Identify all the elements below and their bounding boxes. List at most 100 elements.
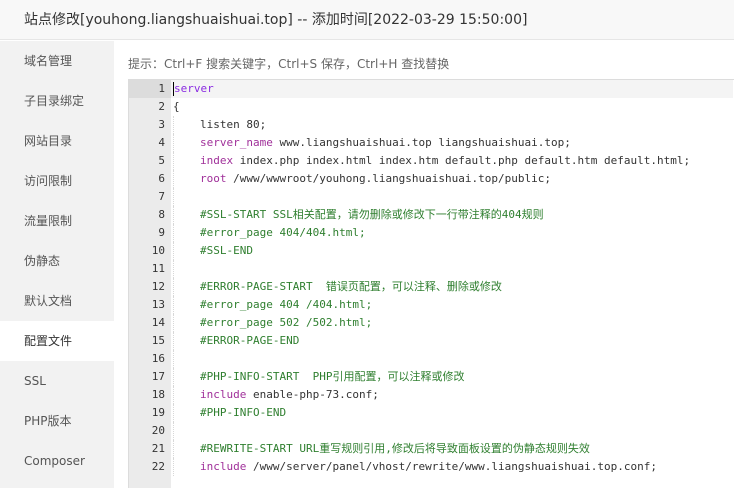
code-line[interactable]: 1 server [129,80,733,98]
code-text: #error_page 404 /404.html; [173,296,372,314]
code-line[interactable]: 15 #ERROR-PAGE-END [129,332,733,350]
directive-keyword: include [200,460,247,473]
line-number: 6 [158,172,165,185]
code-line[interactable]: 17 #PHP-INFO-START PHP引用配置，可以注释或修改 [129,368,733,386]
code-content: #REWRITE-START URL重写规则引用,修改后将导致面板设置的伪静态规… [200,442,590,455]
settings-sidebar: 域名管理 子目录绑定 网站目录 访问限制 流量限制 伪静态 默认文档 配置文件 … [0,41,114,488]
code-text: index index.php index.html index.htm def… [173,152,690,170]
line-number: 9 [158,226,165,239]
code-content: { [173,100,180,113]
sidebar-item-composer[interactable]: Composer [0,441,114,481]
code-content: #error_page 502 /502.html; [200,316,373,329]
indent-guide [173,296,200,314]
sidebar-item-default-document[interactable]: 默认文档 [0,281,114,321]
sidebar-item-subdir-binding[interactable]: 子目录绑定 [0,81,114,121]
indent-guide [173,188,200,206]
line-number: 5 [158,154,165,167]
sidebar-item-site-directory[interactable]: 网站目录 [0,121,114,161]
code-line[interactable]: 16 [129,350,733,368]
code-line[interactable]: 6 root /www/wwwroot/youhong.liangshuaishu… [129,170,733,188]
indent-guide [173,422,200,440]
directive-keyword: include [200,388,247,401]
line-number: 4 [158,136,165,149]
line-number: 14 [151,316,165,329]
code-lines[interactable]: 1 server 2{3 listen 80; 4 server_name www.lia… [129,80,733,476]
code-content: index.php index.html index.htm default.p… [233,154,691,167]
line-number: 8 [158,208,165,221]
code-content: server [174,82,214,95]
indent-guide [173,152,200,170]
code-content: #ERROR-PAGE-START 错误页配置，可以注释、删除或修改 [200,280,502,293]
indent-guide [173,458,200,476]
code-text: server [173,80,214,98]
code-line[interactable]: 21 #REWRITE-START URL重写规则引用,修改后将导致面板设置的伪静… [129,440,733,458]
code-line[interactable]: 20 [129,422,733,440]
code-line[interactable]: 14 #error_page 502 /502.html; [129,314,733,332]
code-line[interactable]: 10 #SSL-END [129,242,733,260]
indent-guide [173,206,200,224]
code-text: #ERROR-PAGE-END [173,332,299,350]
dialog-title: 站点修改[youhong.liangshuaishuai.top] -- 添加时… [0,0,734,40]
sidebar-item-ssl[interactable]: SSL [0,361,114,401]
code-text: listen 80; [173,116,266,134]
indent-guide [173,368,200,386]
code-line[interactable]: 8 #SSL-START SSL相关配置，请勿删除或修改下一行带注释的404规则 [129,206,733,224]
indent-guide [173,134,200,152]
code-text: include /www/server/panel/vhost/rewrite/… [173,458,657,476]
indent-guide [173,242,200,260]
indent-guide [173,386,200,404]
code-line[interactable]: 7 [129,188,733,206]
code-text: #error_page 404/404.html; [173,224,366,242]
code-text: include enable-php-73.conf; [173,386,379,404]
sidebar-item-traffic-limit[interactable]: 流量限制 [0,201,114,241]
editor-tip: 提示：Ctrl+F 搜索关键字，Ctrl+S 保存，Ctrl+H 查找替换 [128,57,450,71]
sidebar-item-config-file[interactable]: 配置文件 [0,321,114,361]
code-content: /www/wwwroot/youhong.liangshuaishuai.top… [226,172,552,185]
code-line[interactable]: 3 listen 80; [129,116,733,134]
code-text: #SSL-START SSL相关配置，请勿删除或修改下一行带注释的404规则 [173,206,544,224]
config-code-editor[interactable]: 1 server 2{3 listen 80; 4 server_name www.lia… [128,79,734,488]
line-number: 1 [129,80,171,98]
line-number: 17 [151,370,165,383]
code-content: listen 80; [200,118,267,131]
code-line[interactable]: 4 server_name www.liangshuaishuai.top lia… [129,134,733,152]
code-line[interactable]: 9 #error_page 404/404.html; [129,224,733,242]
line-number: 7 [158,190,165,203]
code-text: #error_page 502 /502.html; [173,314,372,332]
line-number: 13 [151,298,165,311]
code-content: #PHP-INFO-START PHP引用配置，可以注释或修改 [200,370,465,383]
code-text [173,422,200,440]
indent-guide [173,260,200,278]
indent-guide [173,170,200,188]
line-number: 3 [158,118,165,131]
code-line[interactable]: 18 include enable-php-73.conf; [129,386,733,404]
code-text [173,188,200,206]
sidebar-item-rewrite[interactable]: 伪静态 [0,241,114,281]
code-line[interactable]: 5 index index.php index.html index.htm de… [129,152,733,170]
line-number: 20 [151,424,165,437]
code-line[interactable]: 12 #ERROR-PAGE-START 错误页配置，可以注释、删除或修改 [129,278,733,296]
code-text: #SSL-END [173,242,253,260]
code-text: server_name www.liangshuaishuai.top lian… [173,134,571,152]
code-text: #REWRITE-START URL重写规则引用,修改后将导致面板设置的伪静态规… [173,440,590,458]
line-number: 18 [151,388,165,401]
line-number: 22 [151,460,165,473]
sidebar-item-php-version[interactable]: PHP版本 [0,401,114,441]
indent-guide [173,116,200,134]
sidebar-item-domain[interactable]: 域名管理 [0,41,114,81]
line-number: 16 [151,352,165,365]
code-line[interactable]: 19 #PHP-INFO-END [129,404,733,422]
indent-guide [173,314,200,332]
code-line[interactable]: 13 #error_page 404 /404.html; [129,296,733,314]
code-text: #PHP-INFO-END [173,404,286,422]
indent-guide [173,332,200,350]
line-number: 15 [151,334,165,347]
code-line[interactable]: 22 include /www/server/panel/vhost/rewrit… [129,458,733,476]
sidebar-item-access-limit[interactable]: 访问限制 [0,161,114,201]
directive-keyword: root [200,172,227,185]
code-content: #SSL-START SSL相关配置，请勿删除或修改下一行带注释的404规则 [200,208,544,221]
code-line[interactable]: 11 [129,260,733,278]
code-line[interactable]: 2{ [129,98,733,116]
indent-guide [173,224,200,242]
code-content: #error_page 404 /404.html; [200,298,373,311]
